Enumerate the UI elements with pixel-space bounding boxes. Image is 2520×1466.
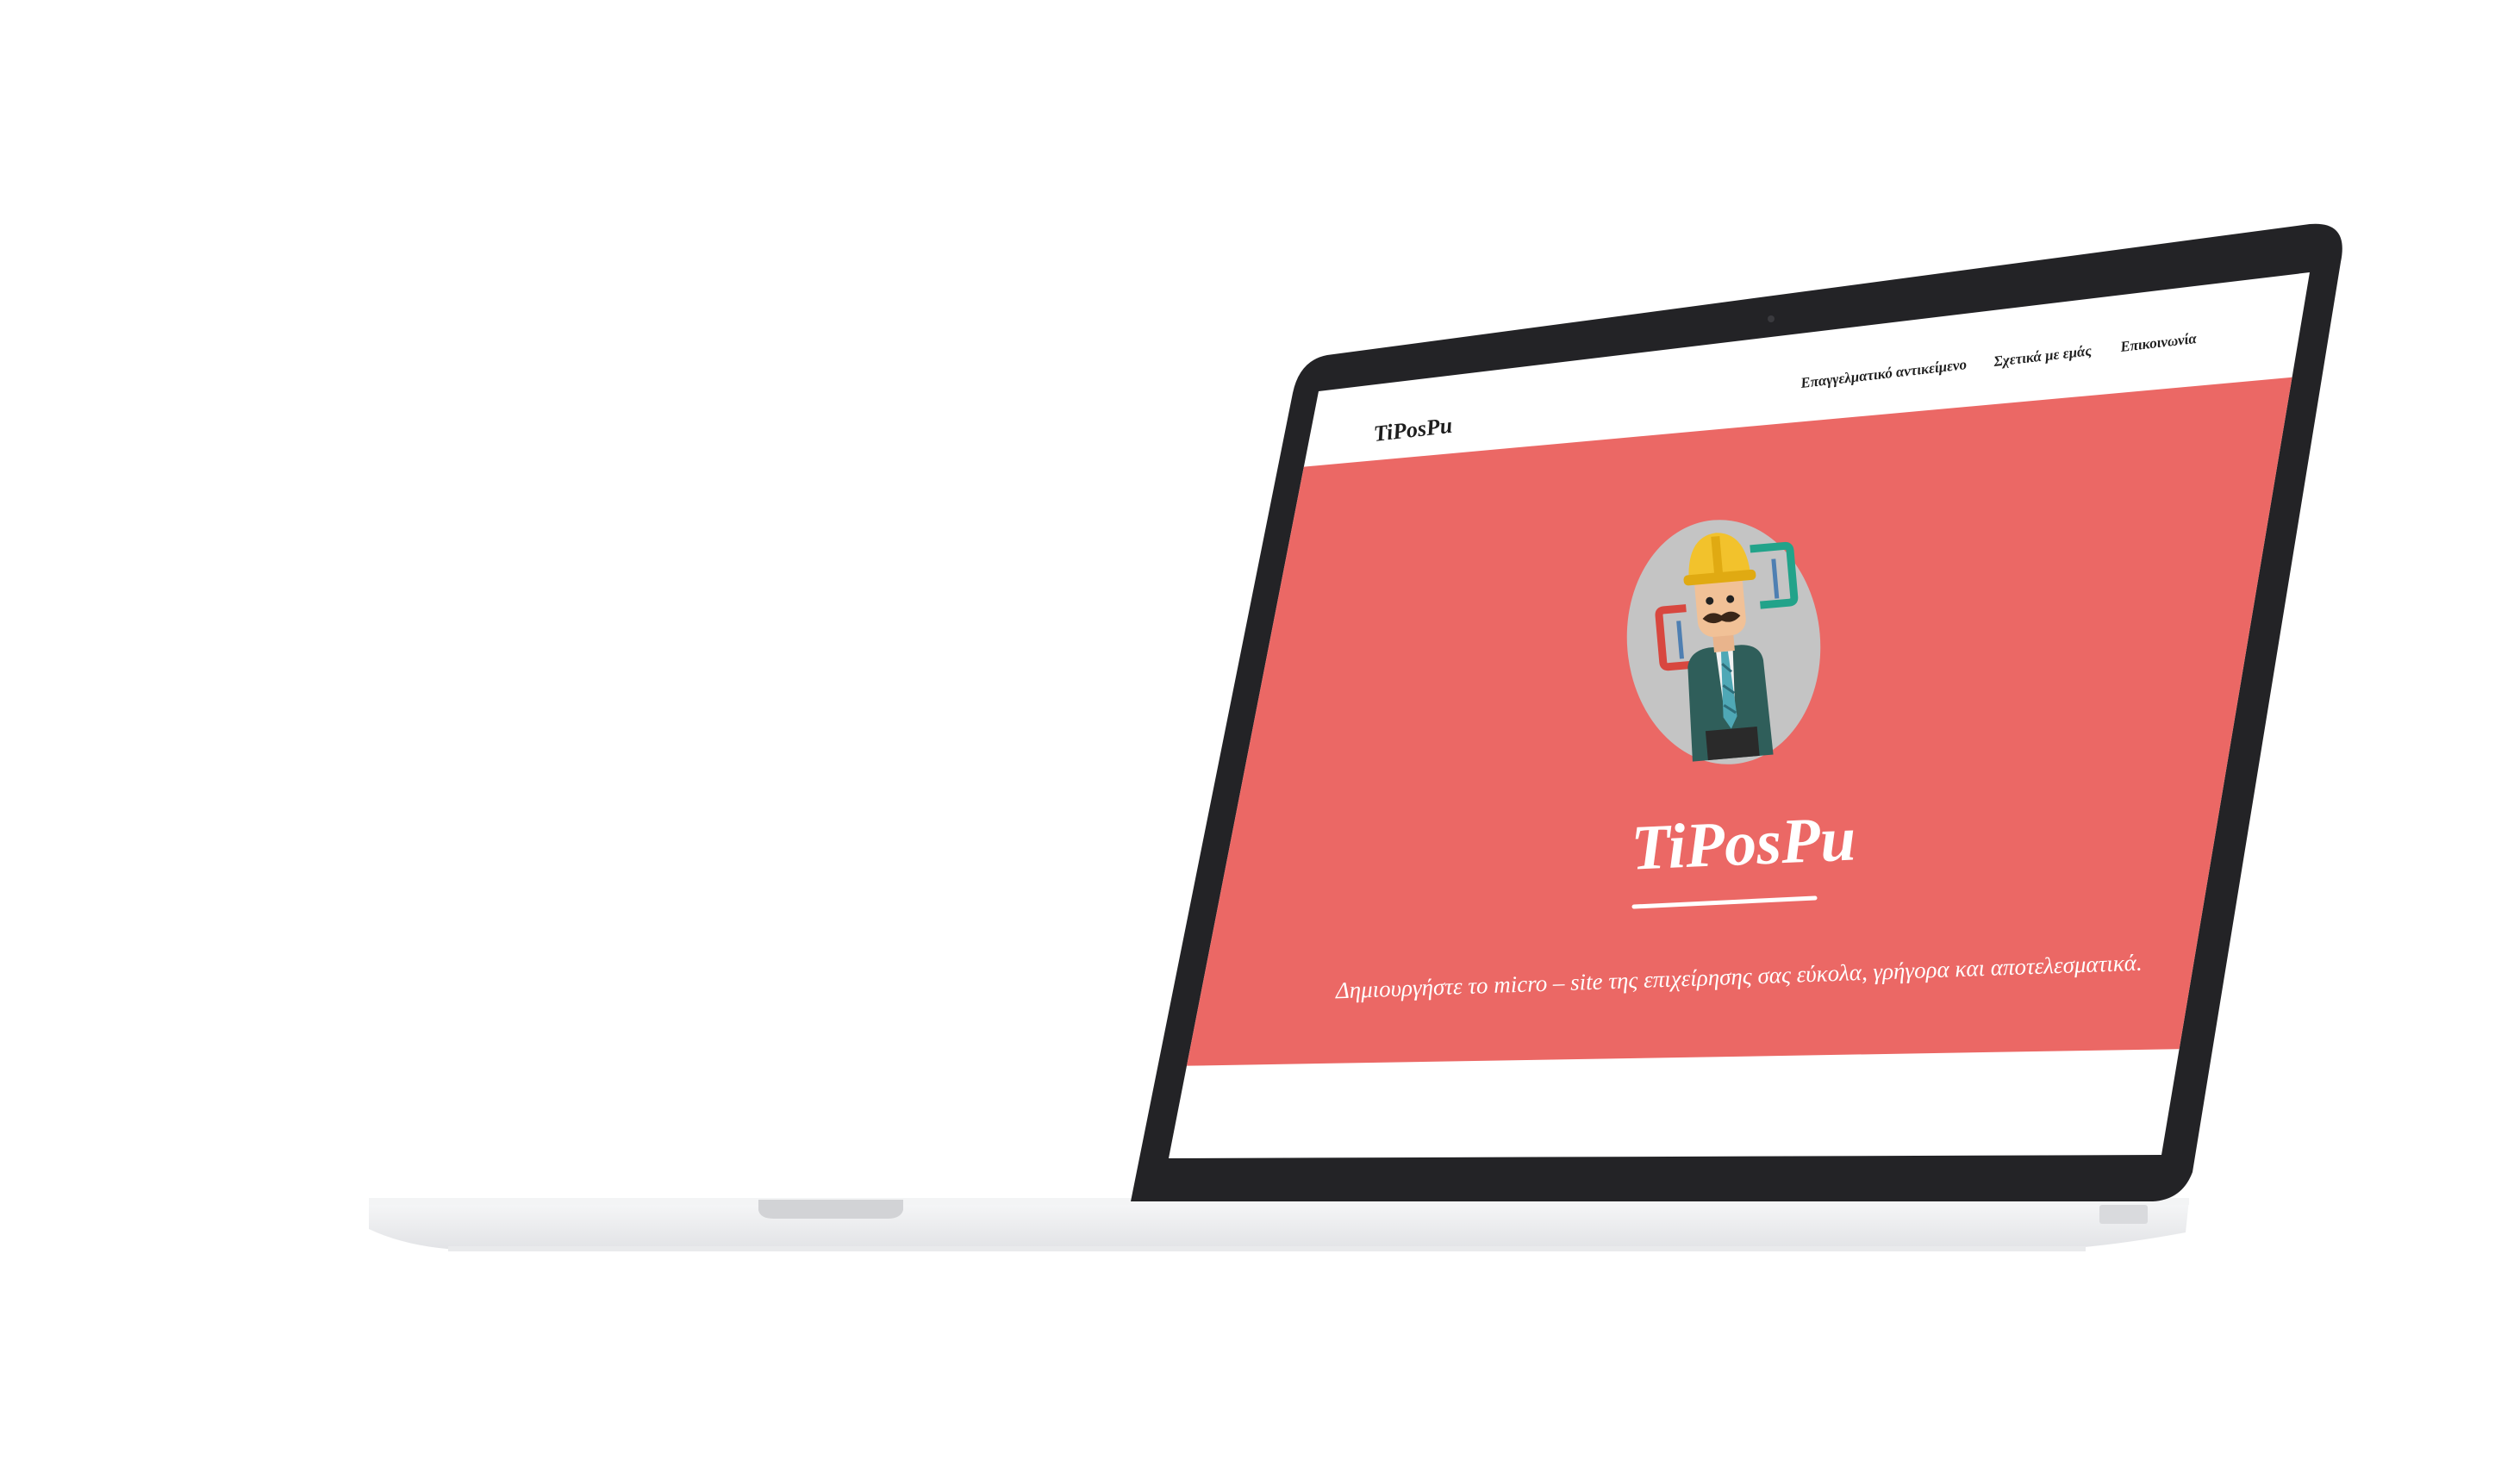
- laptop-base: [369, 1198, 2189, 1251]
- laptop-mockup: TiPosPu Επαγγελματικό αντικείμενο Σχετικ…: [369, 223, 2342, 1251]
- camera-icon: [1768, 315, 1775, 322]
- website-screen: TiPosPu Επαγγελματικό αντικείμενο Σχετικ…: [1169, 272, 2310, 1158]
- hero-title: TiPosPu: [1630, 803, 1857, 883]
- base-foot: [2099, 1205, 2148, 1224]
- trackpad-notch: [758, 1200, 903, 1219]
- laptop-mockup-scene: TiPosPu Επαγγελματικό αντικείμενο Σχετικ…: [0, 0, 2520, 1466]
